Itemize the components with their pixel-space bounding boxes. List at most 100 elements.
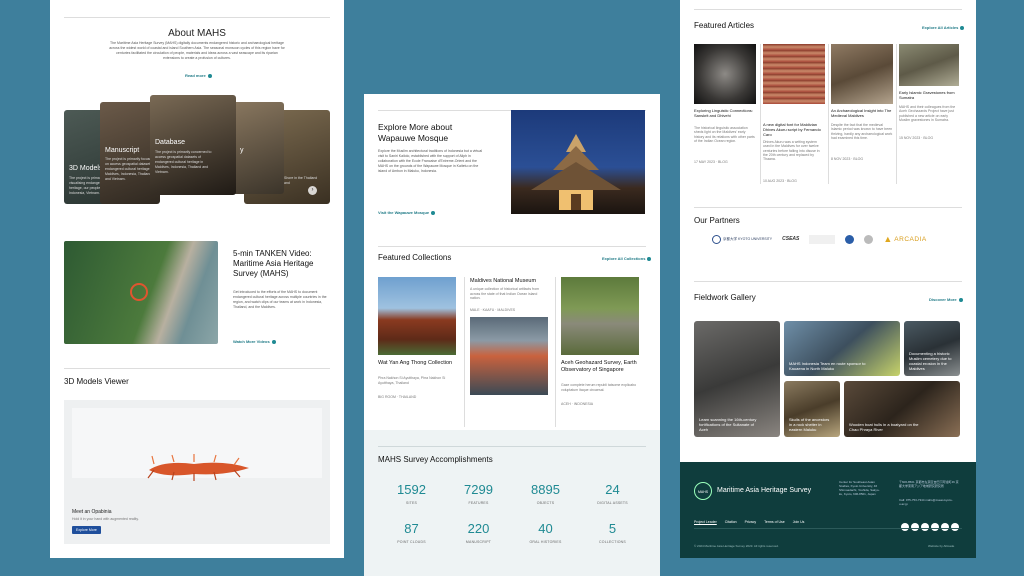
article-meta-0: 17 MAY 2023 · BLOG [694, 160, 728, 164]
divider [694, 9, 962, 10]
gallery-item-3[interactable]: Skulls of the ancestors in a rock shelte… [784, 381, 840, 437]
watch-more-link[interactable]: Watch More Videos [233, 339, 276, 344]
video-thumbnail[interactable] [64, 241, 218, 344]
gallery-caption: Wooden boat hulls in a boatyard on the C… [849, 422, 919, 432]
partner-seal-icon[interactable] [864, 234, 874, 244]
explore-articles-label: Explore All Articles [922, 25, 959, 30]
explore-articles-link[interactable]: Explore All Articles [922, 25, 965, 30]
viewer-caption-body: Hold it in your hand with augmented real… [72, 517, 139, 521]
footer-nav-item[interactable]: Terms of Use [764, 520, 785, 524]
collection-body-0: Phra Nakhon Si Ayutthaya, Phra Nakhon Si… [378, 376, 446, 385]
stat-label: OBJECTS [536, 501, 555, 505]
visit-mosque-link[interactable]: Visit the Wapauwe Mosque [378, 210, 436, 215]
collection-title-1[interactable]: Maldives National Museum [470, 278, 550, 285]
collection-title-2[interactable]: Aceh Geohazard Survey, Earth Observatory… [561, 360, 647, 374]
social-links [899, 518, 959, 536]
footer-credit[interactable]: Website by Allmade [928, 544, 954, 548]
panel-home-right: Featured Articles Explore All Articles E… [680, 0, 976, 558]
opabinia-model-icon [147, 454, 249, 481]
partner-logo-icon[interactable] [809, 234, 836, 244]
article-image-0[interactable] [694, 44, 756, 104]
article-meta-2: 8 NOV 2023 · BLOG [831, 157, 864, 161]
arrow-icon [431, 210, 436, 215]
stats-grid: 1592 SITES 7299 FEATURES 8895 OBJECTS 24 DIG… [378, 482, 646, 544]
footer-nav-item[interactable]: Project Leader [694, 520, 717, 524]
arrow-icon [960, 25, 965, 30]
viewer-caption-title: Meet an Opabinia [72, 509, 112, 515]
partner-arcadia[interactable]: ▲ ARCADIA [883, 234, 926, 244]
divider [694, 207, 962, 208]
collection-image-1[interactable] [470, 317, 548, 395]
collection-title-0[interactable]: Wat Yan Ang Thong Collection [378, 360, 458, 367]
footer-logo[interactable]: MAHS [694, 482, 712, 500]
watch-more-label: Watch More Videos [233, 339, 270, 344]
card-database[interactable]: Database The project is primarily concer… [150, 95, 236, 195]
article-title-0[interactable]: Exploring Linguistic Connections: Sanskr… [694, 108, 756, 118]
collection-image-0[interactable] [378, 277, 456, 355]
gallery-item-0[interactable]: Learn scanning the 16th-century fortific… [694, 321, 780, 437]
gallery-item-1[interactable]: MAHS Indonesia Team en route sponsor to … [784, 321, 900, 376]
article-body-0: The historical linguistic association sh… [694, 126, 755, 143]
partner-label: 京都大学 KYOTO UNIVERSITY [723, 236, 773, 241]
collection-meta-0: BIG ROOM · THAILAND [378, 395, 417, 399]
partners-row: 京都大学 KYOTO UNIVERSITY CSEAS ▲ ARCADIA [712, 234, 927, 244]
article-meta-3: 15 NOV 2023 · BLOG [899, 136, 934, 140]
read-more-label: Read more [185, 73, 206, 78]
footer-nav-item[interactable]: Join Us [793, 520, 805, 524]
arrow-icon [647, 256, 652, 261]
video-body: Get introduced to the efforts of the MAH… [233, 290, 327, 309]
x-icon[interactable] [931, 523, 939, 531]
explore-collections-link[interactable]: Explore All Collections [602, 256, 652, 261]
instagram-icon[interactable] [911, 523, 919, 531]
article-image-2[interactable] [831, 44, 893, 104]
mosque-image [511, 110, 645, 214]
accomplishments-title: MAHS Survey Accomplishments [378, 455, 493, 464]
play-icon [130, 283, 148, 301]
model-viewer[interactable]: Meet an Opabinia Hold it in your hand wi… [64, 400, 330, 544]
article-title-1[interactable]: A new digital font for Maldivian Dhives … [763, 122, 825, 137]
card-title: 3D Models [69, 165, 103, 172]
article-image-3[interactable] [899, 44, 959, 86]
collection-meta-1: MALE · KAAFU · MALDIVES [470, 308, 516, 312]
facebook-icon[interactable] [901, 523, 909, 531]
explore-more-button[interactable]: Explore More [72, 526, 101, 534]
discover-more-link[interactable]: Discover More [929, 297, 963, 302]
gallery-item-2[interactable]: Documenting a historic Muslim cemetery d… [904, 321, 960, 376]
stat: 7299 FEATURES [445, 482, 512, 505]
article-title-3[interactable]: Early Islamic Gravestones from Sumatra [899, 90, 959, 100]
partners-title: Our Partners [694, 216, 740, 225]
stat-number: 8895 [531, 482, 560, 497]
discover-more-label: Discover More [929, 297, 957, 302]
about-body: The Maritime Asia Heritage Survey (MAHS)… [109, 41, 285, 60]
video-title: 5-min TANKEN Video: Maritime Asia Herita… [233, 249, 314, 278]
stat: 1592 SITES [378, 482, 445, 505]
footer-copyright: © 2024 Maritime Asia Heritage Survey 202… [694, 544, 779, 548]
visit-mosque-label: Visit the Wapauwe Mosque [378, 210, 430, 215]
read-more-link[interactable]: Read more [185, 73, 212, 78]
article-image-1[interactable] [763, 44, 825, 104]
stat-number: 87 [404, 521, 419, 536]
partner-kyoto[interactable]: 京都大学 KYOTO UNIVERSITY [712, 234, 773, 244]
partner-cseas[interactable]: CSEAS [782, 236, 799, 242]
footer-contact: Call: 075-753-7344 mahs@cseas.kyoto-u.ac… [899, 498, 953, 506]
partner-seal-icon[interactable] [845, 234, 855, 244]
youtube-icon[interactable] [941, 523, 949, 531]
footer-nav-item[interactable]: Privacy [745, 520, 756, 524]
stat-label: SITES [405, 501, 418, 505]
card-next[interactable]: y [228, 102, 284, 194]
article-title-2[interactable]: An Archaeological Insight into The Medie… [831, 108, 893, 118]
divider [896, 44, 897, 184]
card-desc: The project is primarily concerned to ac… [155, 150, 212, 174]
collection-body-2: Gaze complete herum republi tatsome expl… [561, 383, 637, 392]
gallery-caption: Skulls of the ancestors in a rock shelte… [789, 417, 830, 432]
carousel-next-icon[interactable]: › [308, 186, 317, 195]
vimeo-icon[interactable] [951, 523, 959, 531]
linkedin-icon[interactable] [921, 523, 929, 531]
accomplishments-section: MAHS Survey Accomplishments 1592 SITES 72… [364, 430, 660, 576]
stat-number: 24 [605, 482, 620, 497]
article-body-3: MAHS and their colleagues from the Aceh … [899, 105, 956, 122]
gallery-item-4[interactable]: Wooden boat hulls in a boatyard on the C… [844, 381, 960, 437]
footer-nav-item[interactable]: Citation [725, 520, 737, 524]
collection-image-2[interactable] [561, 277, 639, 355]
about-title: About MAHS [168, 28, 226, 39]
